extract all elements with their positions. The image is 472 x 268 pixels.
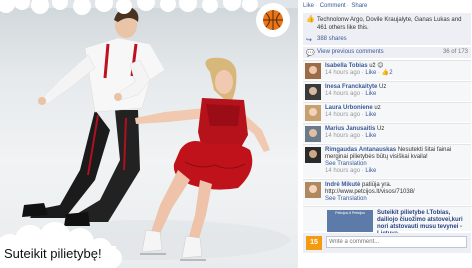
comment-time[interactable]: 14 hours ago <box>325 91 360 97</box>
comment-item: Marius Janusaitis Uz 14 hours ago · Like <box>303 123 471 143</box>
comment-time[interactable]: 14 hours ago <box>325 168 360 174</box>
comment-item: Isabella Tobias už 😊 14 hours ago · Like… <box>303 60 471 80</box>
link-preview[interactable]: Peticijos.lt Peticijos Suteikit pilietyb… <box>303 206 471 237</box>
comment-time[interactable]: 14 hours ago <box>325 133 360 139</box>
comment-author[interactable]: Inesa Franckaityte <box>325 84 377 90</box>
comment-bubble-icon: 💬 <box>306 50 315 57</box>
view-previous-row: 💬 View previous comments 36 of 173 <box>303 47 471 58</box>
basketball-icon <box>256 3 290 37</box>
photo-caption: Suteikit pilietybę! <box>4 246 102 261</box>
likes-text[interactable]: Technolonw Argo, Dovile Kraujalyte, Gana… <box>317 17 461 31</box>
see-translation-link[interactable]: See Translation <box>325 161 367 167</box>
view-previous-comments-link[interactable]: View previous comments <box>317 49 384 55</box>
comment-composer: 15 <box>303 233 471 253</box>
see-translation-link[interactable]: See Translation <box>325 196 367 202</box>
avatar[interactable] <box>305 126 321 142</box>
comment-time[interactable]: 14 hours ago <box>325 112 360 118</box>
thumbs-up-icon: 👍 <box>306 16 315 23</box>
comment-item: Inesa Franckaityte Uz 14 hours ago · Lik… <box>303 81 471 101</box>
comment-text: uz <box>374 105 381 111</box>
share-link[interactable]: Share <box>351 3 367 9</box>
page-avatar-logo: 15 <box>306 236 322 250</box>
avatar[interactable] <box>305 182 321 198</box>
comment-like-link[interactable]: Like <box>365 70 376 76</box>
comment-text: Uz <box>379 84 387 90</box>
facebook-comments-panel: Like· Comment· Share 👍 Technolonw Argo, … <box>300 0 472 268</box>
comment-author[interactable]: Rimgaudas Antanauskas <box>325 147 396 153</box>
comment-time[interactable]: 14 hours ago <box>325 70 360 76</box>
post-actions: Like· Comment· Share <box>303 3 368 9</box>
shares-text[interactable]: 388 shares <box>317 36 347 42</box>
comment-like-link[interactable]: Like <box>365 112 376 118</box>
comment-input[interactable] <box>326 236 467 248</box>
skating-photo: Suteikit pilietybę! <box>0 0 298 268</box>
share-icon: ↪ <box>306 37 312 44</box>
avatar[interactable] <box>305 63 321 79</box>
comment-link[interactable]: Comment <box>320 3 346 9</box>
avatar[interactable] <box>305 105 321 121</box>
avatar[interactable] <box>305 84 321 100</box>
comment-item: Rimgaudas Antanauskas Nesutekti šitai fa… <box>303 144 471 178</box>
like-link[interactable]: Like <box>303 3 314 9</box>
comment-author[interactable]: Laura Urboniene <box>325 105 373 111</box>
comment-author[interactable]: Marius Janusaitis <box>325 126 375 132</box>
comment-author[interactable]: Isabella Tobias <box>325 63 368 69</box>
avatar[interactable] <box>305 147 321 163</box>
link-preview-thumbnail[interactable]: Peticijos.lt Peticijos <box>327 210 373 232</box>
cloud-decoration <box>0 0 258 268</box>
comment-like-link[interactable]: Like <box>365 168 376 174</box>
comment-count: 36 of 173 <box>442 49 468 55</box>
comment-item: Laura Urboniene uz 14 hours ago · Like <box>303 102 471 122</box>
comment-item: Indrė Mikutė patiūja yra. http://www.pet… <box>303 179 471 205</box>
comment-like-link[interactable]: Like <box>365 133 376 139</box>
comment-text: už 😊 <box>369 63 384 69</box>
comment-like-count[interactable]: 2 <box>389 70 392 76</box>
comment-like-link[interactable]: Like <box>365 91 376 97</box>
likes-summary: 👍 Technolonw Argo, Dovile Kraujalyte, Ga… <box>303 13 471 35</box>
shares-summary[interactable]: ↪ 388 shares <box>303 34 471 45</box>
comment-text: Uz <box>377 126 385 132</box>
comment-author[interactable]: Indrė Mikutė <box>325 182 360 188</box>
